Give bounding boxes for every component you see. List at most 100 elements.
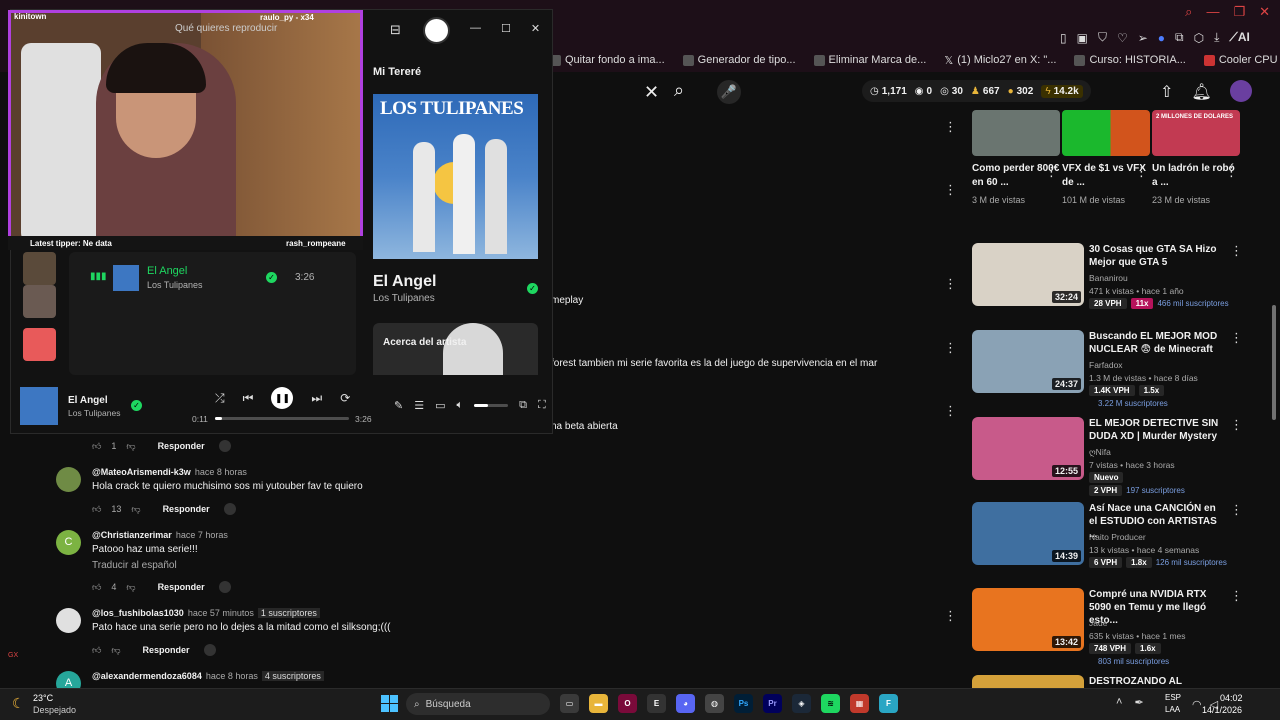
library-item[interactable] bbox=[23, 252, 56, 285]
clear-search-icon[interactable]: ✕ bbox=[644, 82, 659, 103]
shuffle-icon[interactable]: ⤮ bbox=[215, 391, 225, 406]
app-f-icon[interactable]: F bbox=[879, 694, 898, 713]
comment-author[interactable]: @MateoArismendi-k3w bbox=[92, 467, 191, 477]
video-thumbnail[interactable]: 14:39 bbox=[972, 502, 1084, 565]
fullscreen-icon[interactable]: ⛶ bbox=[538, 399, 546, 412]
devices-icon[interactable]: ▭ bbox=[435, 399, 445, 412]
about-artist-card[interactable] bbox=[373, 323, 538, 375]
avatar[interactable] bbox=[1230, 80, 1252, 102]
now-playing-panel-title[interactable]: Mi Tereré bbox=[373, 66, 421, 78]
epic-games-icon[interactable]: E bbox=[647, 694, 666, 713]
bookmark-icon[interactable]: ▯ bbox=[1060, 31, 1067, 45]
comment-more-icon[interactable]: ⋮ bbox=[944, 182, 957, 198]
playbar-cover[interactable] bbox=[20, 387, 58, 425]
chevron-up-icon[interactable]: ˄ bbox=[1116, 696, 1122, 709]
cube-icon[interactable]: ⬡ bbox=[1194, 31, 1204, 45]
app-icon[interactable]: ▦ bbox=[850, 694, 869, 713]
maximize-icon[interactable]: ☐ bbox=[501, 22, 511, 35]
previous-icon[interactable]: ⏮ bbox=[243, 391, 254, 406]
saved-check-icon[interactable]: ✓ bbox=[131, 400, 142, 411]
sidebar-video[interactable]: DESTROZANDO AL AKINATOR | bbox=[972, 675, 1242, 688]
track-title[interactable]: El Angel bbox=[147, 265, 187, 277]
sidebar-video[interactable]: 32:24 30 Cosas que GTA SA Hizo Mejor que… bbox=[972, 243, 1243, 313]
video-more-icon[interactable]: ⋮ bbox=[1230, 330, 1243, 346]
discord-icon[interactable]: ◕ bbox=[676, 694, 695, 713]
comment-time[interactable]: hace 7 horas bbox=[176, 530, 228, 540]
sidebar-video[interactable]: 14:39 Así Nace una CANCIÓN en el ESTUDIO… bbox=[972, 502, 1243, 572]
restore-icon[interactable]: ❐ bbox=[1233, 4, 1245, 20]
library-item[interactable] bbox=[23, 285, 56, 318]
page-scrollbar[interactable] bbox=[1272, 305, 1276, 420]
bookmark-item[interactable]: Curso: HISTORIA... bbox=[1074, 54, 1186, 66]
pen-icon[interactable]: ✒ bbox=[1134, 696, 1143, 709]
download-icon[interactable]: ⤓ bbox=[1214, 30, 1219, 45]
video-channel[interactable]: Farfadox bbox=[1089, 360, 1123, 370]
saved-check-icon[interactable]: ✓ bbox=[266, 272, 277, 283]
language-indicator[interactable]: ESP bbox=[1165, 693, 1181, 702]
inbox-icon[interactable]: ⊟ bbox=[390, 22, 401, 38]
comment-more-icon[interactable]: ⋮ bbox=[944, 608, 957, 624]
video-more-icon[interactable]: ⋮ bbox=[1230, 417, 1243, 433]
bookmark-item[interactable]: Quitar fondo a ima... bbox=[550, 54, 665, 66]
bell-icon[interactable]: 🔔︎ bbox=[1191, 82, 1211, 102]
weather-desc[interactable]: Despejado bbox=[33, 705, 76, 715]
video-title[interactable]: Buscando EL MEJOR MOD NUCLEAR 😨 de Minec… bbox=[1089, 330, 1219, 356]
send-icon[interactable]: ➢ bbox=[1138, 31, 1148, 45]
repeat-icon[interactable]: ⟳ bbox=[340, 391, 350, 405]
mic-icon[interactable]: 🎤 bbox=[717, 80, 741, 104]
comment-more-icon[interactable]: ⋮ bbox=[944, 340, 957, 356]
video-more-icon[interactable]: ⋮ bbox=[1230, 588, 1243, 604]
search-icon[interactable]: ⌕ bbox=[1185, 4, 1192, 20]
playbar-title[interactable]: El Angel bbox=[68, 395, 108, 406]
bookmark-item[interactable]: Generador de tipo... bbox=[682, 54, 796, 66]
sidebar-video-small[interactable]: Como perder 800€ en 60 ... 3 M de vistas bbox=[972, 110, 1060, 206]
dislike-icon[interactable]: 👎︎ bbox=[111, 645, 120, 656]
file-explorer-icon[interactable]: ▬ bbox=[589, 694, 608, 713]
spotify-search-placeholder[interactable]: Qué quieres reproducir bbox=[175, 23, 277, 34]
weather-temp[interactable]: 23°C bbox=[33, 693, 53, 703]
avatar[interactable] bbox=[56, 608, 81, 633]
windows-start-icon[interactable] bbox=[381, 695, 398, 712]
camera-icon[interactable]: ▣ bbox=[1077, 31, 1088, 45]
premiere-icon[interactable]: Pr bbox=[763, 694, 782, 713]
now-playing-artist[interactable]: Los Tulipanes bbox=[373, 293, 435, 304]
video-title[interactable]: Compré una NVIDIA RTX 5090 en Temu y me … bbox=[1089, 588, 1219, 627]
puzzle-icon[interactable]: ⧉ bbox=[1175, 30, 1184, 45]
comment-more-icon[interactable]: ⋮ bbox=[944, 276, 957, 292]
like-icon[interactable]: 👍︎ bbox=[92, 504, 101, 515]
clock-time[interactable]: 04:02 bbox=[1220, 693, 1243, 703]
saved-check-icon[interactable]: ✓ bbox=[527, 283, 538, 294]
sidebar-video[interactable]: 13:42 Compré una NVIDIA RTX 5090 en Temu… bbox=[972, 588, 1243, 668]
taskbar-search[interactable]: ⌕ Búsqueda bbox=[406, 693, 550, 715]
comment-author[interactable]: @Christianzerimar bbox=[92, 530, 172, 540]
video-channel[interactable]: Jade bbox=[1089, 618, 1107, 628]
photoshop-icon[interactable]: Ps bbox=[734, 694, 753, 713]
minimize-icon[interactable]: — bbox=[470, 22, 481, 35]
avatar[interactable]: C bbox=[56, 530, 81, 555]
next-icon[interactable]: ⏭ bbox=[311, 391, 322, 406]
close-icon[interactable]: ✕ bbox=[531, 22, 540, 35]
sidebar-video-small[interactable]: VFX de $1 vs VFX de ... 101 M de vistas bbox=[1062, 110, 1150, 206]
ai-button[interactable]: ⟋AI bbox=[1229, 30, 1249, 45]
task-view-icon[interactable]: ▭ bbox=[560, 694, 579, 713]
stats-extension-bar[interactable]: ◷ 1,171 ◉ 0 ◎ 30 ♟ 667 ● 302 ϟ 14.2k bbox=[862, 80, 1091, 102]
opera-gx-icon[interactable]: O bbox=[618, 694, 637, 713]
comment-more-icon[interactable]: ⋮ bbox=[944, 119, 957, 135]
comment-author[interactable]: @alexandermendoza6084 bbox=[92, 671, 202, 681]
video-thumbnail[interactable]: 12:55 bbox=[972, 417, 1084, 480]
video-title[interactable]: 30 Cosas que GTA SA Hizo Mejor que GTA 5 bbox=[1089, 243, 1219, 269]
video-more-icon[interactable]: ⋮ bbox=[1135, 164, 1148, 180]
like-icon[interactable]: 👍︎ bbox=[92, 582, 101, 593]
sidebar-video[interactable]: 24:37 Buscando EL MEJOR MOD NUCLEAR 😨 de… bbox=[972, 330, 1243, 410]
now-playing-title[interactable]: El Angel bbox=[373, 273, 436, 291]
video-thumbnail[interactable] bbox=[972, 675, 1084, 688]
video-title[interactable]: EL MEJOR DETECTIVE SIN DUDA XD | Murder … bbox=[1089, 417, 1219, 443]
like-icon[interactable]: 👍︎ bbox=[92, 645, 101, 656]
wifi-icon[interactable]: ◠ bbox=[1192, 698, 1202, 711]
video-channel[interactable]: Bananirou bbox=[1089, 273, 1128, 283]
queue-icon[interactable]: ☰ bbox=[414, 399, 424, 412]
bookmark-item[interactable]: Cooler CPU Aigo... bbox=[1203, 54, 1280, 66]
dislike-icon[interactable]: 👎︎ bbox=[131, 504, 140, 515]
avatar[interactable] bbox=[423, 17, 450, 44]
minimize-icon[interactable]: — bbox=[1206, 4, 1219, 20]
